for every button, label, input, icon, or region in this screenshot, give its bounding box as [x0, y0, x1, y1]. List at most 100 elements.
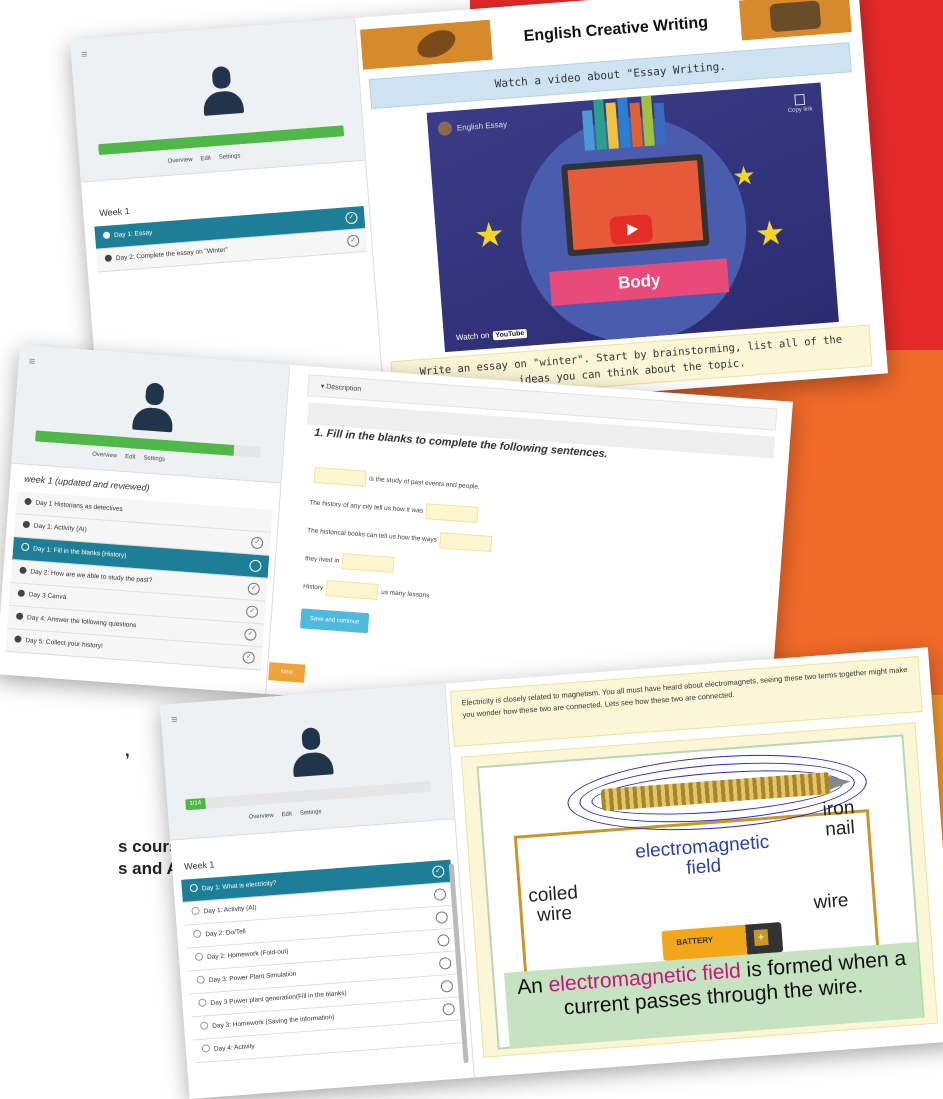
lesson-icon [194, 952, 204, 962]
status-circle-icon [249, 559, 262, 573]
lesson-list: Day 1: Essay ✓ Day 2: Complete the essay … [94, 205, 368, 273]
lesson-icon [189, 883, 199, 893]
check-circle-icon: ✓ [346, 234, 360, 248]
fill-line: is the study of past events and people. [311, 466, 481, 495]
fill-line-text: is the study of past events and people. [368, 475, 481, 491]
lesson-icon [22, 520, 31, 529]
week-title: Week 1 [98, 205, 131, 219]
check-circle-icon: ✓ [242, 651, 256, 665]
lesson-label: Day 1: Activity (AI) [203, 904, 257, 916]
blank-input[interactable] [313, 466, 367, 487]
lesson-label: Day 2: Complete the essay on "Winter" [115, 246, 229, 263]
lesson-icon [14, 635, 22, 643]
play-icon[interactable] [609, 213, 654, 246]
watch-on-youtube[interactable]: Watch on YouTube [456, 328, 528, 343]
edit-button[interactable]: Edit [281, 811, 292, 818]
label-iron-nail: iron nail [821, 797, 856, 841]
course-sidebar: ≡ 1/14 Overview Edit Settings Week 1 Day… [160, 683, 475, 1099]
profile-buttons: Overview Edit Settings [167, 153, 240, 165]
lesson-icon [199, 1021, 209, 1030]
course-title: English Creative Writing [523, 14, 709, 46]
lesson-icon [191, 906, 200, 916]
check-circle-icon: ✓ [243, 628, 257, 642]
save-and-continue-button[interactable]: Save and continue [300, 608, 370, 634]
lesson-label: Day 4: Answer the following questions [26, 614, 137, 630]
copy-link-label: Copy link [787, 106, 813, 115]
check-circle-icon: ✓ [431, 865, 445, 879]
lesson-label: Day 5: Collect your history! [25, 637, 104, 650]
status-circle-icon [440, 979, 454, 993]
fill-line: The history of any city tell us how it w… [309, 495, 482, 524]
progress-bar [34, 430, 262, 458]
menu-icon[interactable]: ≡ [28, 356, 35, 368]
lesson-label: Day 2: Do/Tell [205, 928, 246, 939]
lesson-icon [198, 998, 207, 1007]
lesson-label: Day 3: Homework (Saving the information) [211, 1013, 335, 1030]
description-label: Description [325, 383, 362, 394]
lesson-icon [15, 612, 24, 620]
lesson-icon [24, 497, 32, 506]
lesson-label: Day 1: What is electricity? [201, 879, 277, 893]
menu-icon[interactable]: ≡ [81, 49, 88, 61]
fill-line-text: us many lessons. [380, 588, 432, 600]
blank-input[interactable] [439, 532, 493, 553]
label-wire: wire [812, 889, 850, 914]
video-player[interactable]: English Essay Copy link ★ ★ ★ Body Watch… [426, 82, 839, 353]
star-icon: ★ [472, 215, 507, 256]
next-tab[interactable]: Next [268, 662, 306, 683]
overview-button[interactable]: Overview [167, 157, 192, 165]
lesson-list: Day 1: What is electricity? ✓ Day 1: Acti… [181, 859, 465, 1064]
status-circle-icon [435, 911, 449, 924]
lesson-icon [17, 589, 26, 598]
course-sidebar: ≡ Overview Edit Settings week 1 (updated… [0, 345, 291, 694]
lesson-label: Day 3 Canva [28, 591, 67, 602]
lesson-icon [20, 542, 30, 552]
overview-button[interactable]: Overview [248, 813, 273, 821]
lesson-icon [201, 1044, 211, 1053]
fill-line: they lived in [305, 550, 398, 573]
lesson-label: Day 1: Activity (AI) [33, 522, 88, 534]
edit-button[interactable]: Edit [125, 454, 136, 461]
settings-button[interactable]: Settings [143, 455, 165, 463]
copy-link-button[interactable]: Copy link [787, 93, 813, 114]
status-circle-icon [437, 933, 450, 947]
lesson-icon [102, 231, 111, 240]
blank-input[interactable] [425, 503, 479, 523]
lesson-icon [192, 929, 202, 939]
blank-input[interactable] [341, 553, 395, 573]
fill-line: The historical books can tell us how the… [307, 523, 496, 553]
banner-art-left [360, 19, 493, 70]
lesson-list: Day 1 Historians as detectives Day 1: Ac… [5, 491, 273, 671]
profile-buttons: Overview Edit Settings [248, 809, 321, 820]
settings-button[interactable]: Settings [219, 153, 241, 161]
lesson-label: Day 1: Fill in the blanks (History) [32, 545, 127, 560]
avatar [201, 65, 245, 116]
overview-button[interactable]: Overview [92, 452, 117, 460]
avatar [290, 726, 334, 778]
channel-name[interactable]: English Essay [437, 117, 508, 136]
watch-on-label: Watch on [455, 330, 490, 343]
settings-button[interactable]: Settings [300, 809, 322, 817]
status-circle-icon [438, 956, 452, 970]
progress-bar [98, 125, 345, 156]
electromagnet-illustration: electromagnetic field iron nail coiled wire… [460, 722, 939, 1058]
fill-line-text: The history of any city tell us how it w… [308, 499, 424, 515]
check-circle-icon: ✓ [247, 582, 261, 596]
banner-art-right [738, 0, 852, 41]
profile-panel: ≡ 1/14 Overview Edit Settings [160, 683, 455, 841]
menu-icon[interactable]: ≡ [171, 714, 178, 726]
check-circle-icon: ✓ [250, 536, 264, 550]
blank-input[interactable] [325, 580, 379, 600]
profile-panel: ≡ Overview Edit Settings [11, 345, 290, 484]
fill-line-text: The historical books can tell us how the… [306, 527, 438, 544]
lesson-label: Day 4: Activity [213, 1042, 255, 1053]
lesson-label: Day 1: Essay [113, 229, 153, 240]
edit-button[interactable]: Edit [200, 156, 211, 163]
lesson-label: Day 3: Power Plant Simulation [208, 970, 297, 985]
promo-line-1: , [125, 741, 130, 760]
screenshot-electromagnetism: ≡ 1/14 Overview Edit Settings Week 1 Day… [160, 647, 943, 1099]
profile-buttons: Overview Edit Settings [92, 452, 165, 463]
check-circle-icon: ✓ [345, 211, 358, 225]
check-circle-icon: ✓ [245, 605, 259, 619]
progress-bar: 1/14 [185, 780, 432, 811]
